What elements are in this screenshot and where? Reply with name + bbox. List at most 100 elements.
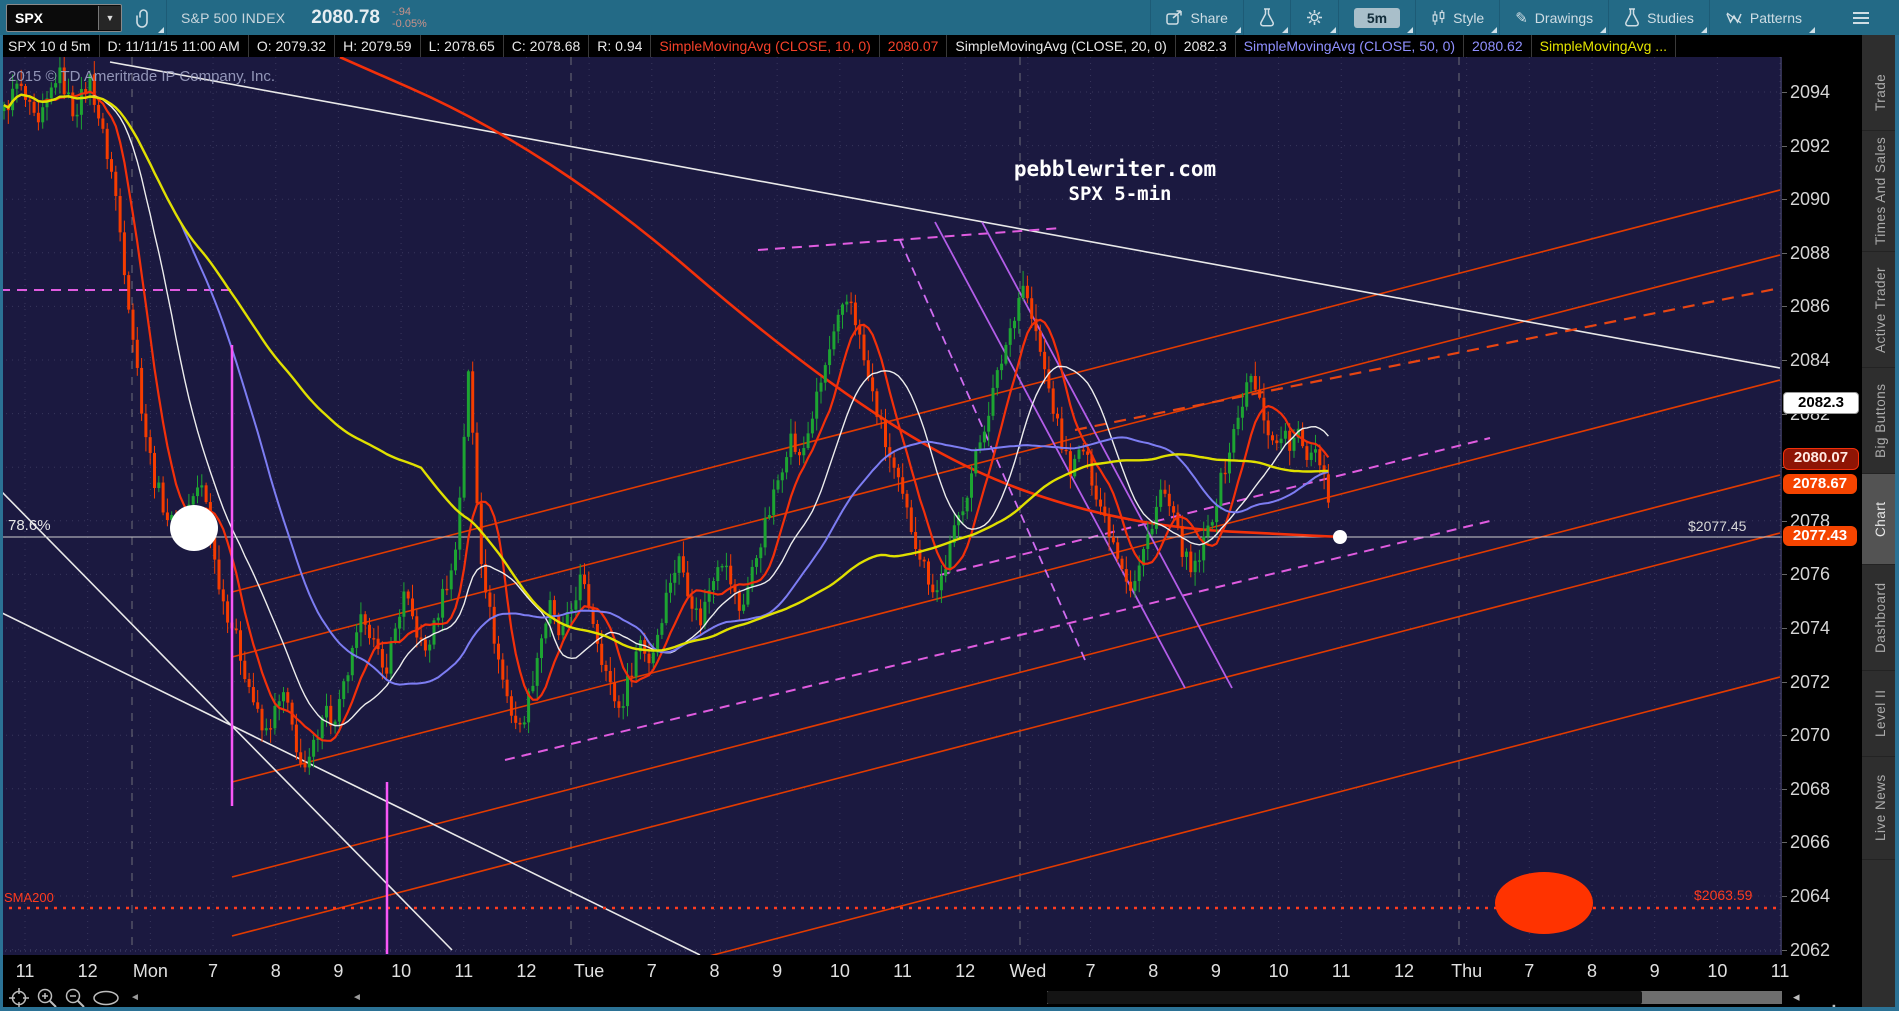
status-segment: R: 0.94 [589, 35, 652, 57]
collapse-panel-arrow[interactable]: ◄ [130, 992, 140, 1003]
orange-ellipse-highlight [1495, 872, 1593, 934]
symbol-label: SPX [15, 9, 44, 26]
price-bubble-2078.67: 2078.67 [1783, 474, 1857, 494]
studies-button[interactable]: Studies [1608, 0, 1709, 35]
settings-button[interactable] [1289, 0, 1338, 35]
sidebar-tab-live-news[interactable]: Live News [1862, 757, 1899, 860]
timeframe-label: 5m [1353, 7, 1401, 28]
price-bubble-2082.3: 2082.3 [1783, 392, 1859, 414]
ellipse-tool-icon [93, 990, 119, 1006]
crosshair-icon [9, 988, 29, 1008]
window-edge-bottom [0, 1007, 1899, 1011]
price-tick [1782, 735, 1787, 737]
quick-study-button[interactable] [1242, 0, 1290, 35]
time-tick-label: 7 [1524, 961, 1535, 981]
symbol-dropdown[interactable]: SPX ▼ [6, 3, 122, 32]
price-tick-label: 2064 [1790, 886, 1831, 906]
time-tick-label: 8 [1148, 961, 1159, 981]
price-tick-label: 2072 [1790, 671, 1831, 692]
price-axis[interactable]: 2094209220902088208620842082207820762074… [1782, 57, 1862, 985]
status-segment: SimpleMovingAvg ... [1532, 35, 1676, 57]
price-change: -.94 -0.05% [392, 6, 437, 30]
sidebar-tab-times-and-sales[interactable]: Times And Sales [1862, 131, 1899, 252]
drawings-button[interactable]: ✎ Drawings [1499, 0, 1608, 35]
window-edge-left [0, 35, 3, 1011]
time-tick-label: 7 [646, 961, 657, 981]
time-tick-label: 11 [15, 961, 35, 981]
price-tick [1782, 199, 1787, 201]
sidebar-tab-dashboard[interactable]: Dashboard [1862, 565, 1899, 671]
sidebar-tab-trade[interactable]: Trade [1862, 55, 1899, 131]
time-tick-label: 10 [1268, 961, 1289, 981]
status-segment: 2080.62 [1464, 35, 1532, 57]
patterns-button[interactable]: Patterns [1708, 0, 1817, 35]
price-tick [1782, 896, 1787, 897]
chevron-down-icon: ▼ [98, 5, 121, 30]
sidebar-tab-level-ii[interactable]: Level II [1862, 671, 1899, 757]
chart-plot-area[interactable]: 78.6% $2077.45 SMA200 $2063.59 pebblewriter.… [0, 55, 1782, 1011]
grid-layer [0, 57, 1782, 952]
studies-label: Studies [1647, 9, 1694, 26]
symbol-description: S&P 500 INDEX [181, 9, 286, 26]
pebblewriter-line2: SPX 5-min [1069, 183, 1172, 205]
time-tick-label: 11 [1331, 961, 1351, 981]
share-button[interactable]: Share [1149, 0, 1243, 35]
price-tick-label: 2070 [1790, 725, 1831, 746]
time-tick-label: 8 [709, 961, 720, 981]
time-tick-label: 11 [454, 961, 474, 981]
status-segment: D: 11/11/15 11:00 AM [100, 35, 249, 57]
time-tick-label: 12 [955, 961, 976, 981]
white-trendline-steep [0, 489, 453, 951]
time-tick-label: 7 [208, 961, 219, 981]
sidebar-tab-active-trader[interactable]: Active Trader [1862, 252, 1899, 368]
divider-arrow[interactable]: ◄ [352, 992, 362, 1003]
paperclip-icon [136, 8, 148, 28]
price-tick [1782, 252, 1787, 254]
time-tick-label: 10 [1707, 961, 1728, 981]
timeframe-button[interactable]: 5m [1337, 0, 1415, 35]
time-tick-label: 8 [270, 961, 281, 981]
change-percent: -0.05% [391, 17, 427, 30]
drawings-label: Drawings [1534, 9, 1594, 26]
daily-sma200-label: SMA200 [4, 890, 54, 905]
status-segment: O: 2079.32 [249, 35, 336, 57]
price-tick [1782, 788, 1787, 790]
share-icon [1165, 10, 1182, 25]
price-tick-label: 2074 [1790, 618, 1831, 638]
daily-sma200-price-label: $2063.59 [1694, 887, 1753, 903]
trendline-layer [0, 61, 1781, 1011]
menu-button[interactable] [1839, 0, 1883, 35]
price-tick-label: 2092 [1790, 135, 1831, 156]
patterns-label: Patterns [1749, 9, 1802, 26]
time-tick-label: 9 [1649, 961, 1660, 981]
price-tick-label: 2094 [1790, 82, 1831, 102]
sidebar-tab-big-buttons[interactable]: Big Buttons [1862, 368, 1899, 474]
fib-level-label: 78.6% [8, 517, 51, 534]
last-price: 2080.78 [311, 6, 380, 28]
price-tick [1782, 949, 1787, 951]
time-tick-label: Thu [1451, 961, 1483, 981]
time-axis[interactable]: 11 12 Mon 7 8 9 10 11 12 Tue 7 8 9 10 11 12 Wed 7 8 9 10 11 12… [0, 955, 1789, 985]
price-tick-label: 2076 [1790, 564, 1831, 585]
toolbar-right-group: Share 5m Style ✎ Drawings Studies Patter… [1149, 0, 1899, 35]
studies-flask-icon [1625, 8, 1640, 27]
time-tick-label: 8 [1586, 961, 1598, 981]
style-button[interactable]: Style [1415, 0, 1499, 35]
sidebar-tab-chart[interactable]: Chart [1862, 474, 1899, 565]
link-charts-button[interactable] [122, 0, 166, 35]
status-segment: C: 2078.68 [504, 35, 590, 57]
price-tick-label: 2066 [1790, 832, 1831, 853]
time-tick-label: 12 [77, 961, 98, 981]
time-tick-label: Mon [132, 961, 168, 981]
chart-canvas: 78.6% $2077.45 SMA200 $2063.59 pebblewriter.… [0, 55, 1782, 1011]
price-tick-label: 2084 [1790, 350, 1831, 370]
td-watermark: 2015 © TD Ameritrade IP Company, Inc. [8, 68, 275, 85]
right-tab-strip: Trade Times And Sales Active Trader Big But… [1862, 35, 1899, 1011]
violet-steep-1 [934, 221, 1186, 689]
chart-scrollbar[interactable] [1047, 991, 1782, 1004]
status-segment: 2082.3 [1176, 35, 1236, 57]
scrollbar-thumb[interactable] [1047, 991, 1642, 1004]
gear-icon [1306, 10, 1322, 25]
patterns-icon [1726, 12, 1742, 24]
change-value: -.94 [391, 5, 411, 18]
